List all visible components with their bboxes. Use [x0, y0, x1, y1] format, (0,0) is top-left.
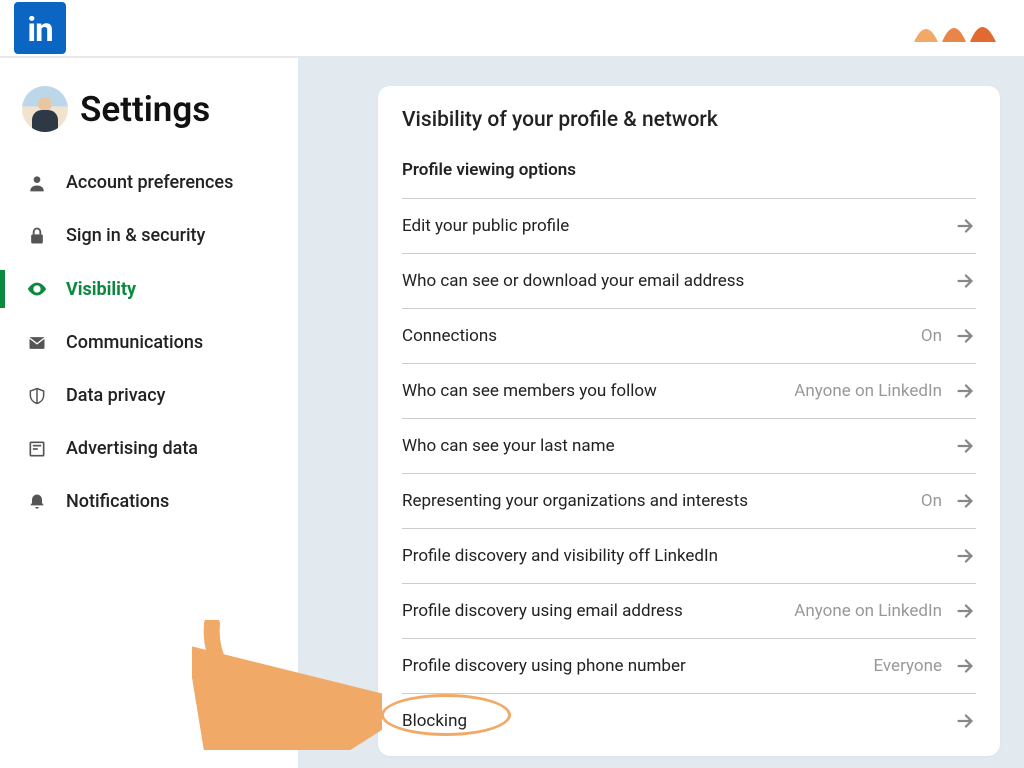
arrow-right-icon — [954, 655, 976, 677]
bell-icon — [26, 492, 48, 512]
sidebar-item-label: Communications — [66, 332, 203, 353]
row-label: Who can see your last name — [402, 436, 930, 456]
row-edit-public-profile[interactable]: Edit your public profile — [402, 198, 976, 253]
sidebar-item-visibility[interactable]: Visibility — [0, 262, 298, 316]
eye-icon — [26, 278, 48, 300]
avatar[interactable] — [22, 86, 68, 132]
sidebar-item-communications[interactable]: Communications — [0, 316, 298, 369]
sidebar-item-label: Sign in & security — [66, 225, 205, 246]
row-value: Anyone on LinkedIn — [794, 381, 942, 401]
row-blocking[interactable]: Blocking — [402, 693, 976, 748]
sidebar-item-label: Notifications — [66, 491, 169, 512]
settings-sidebar: Settings Account preferences Sign in & s… — [0, 58, 298, 768]
sidebar-header: Settings — [0, 86, 298, 156]
sidebar-item-label: Visibility — [66, 279, 136, 300]
arrow-right-icon — [954, 325, 976, 347]
sidebar-item-label: Advertising data — [66, 438, 198, 459]
topbar: in — [0, 0, 1024, 58]
row-connections[interactable]: Connections On — [402, 308, 976, 363]
visibility-panel: Visibility of your profile & network Pro… — [378, 86, 1000, 756]
row-profile-discovery-phone[interactable]: Profile discovery using phone number Eve… — [402, 638, 976, 693]
settings-title: Settings — [80, 89, 210, 130]
sidebar-item-data-privacy[interactable]: Data privacy — [0, 369, 298, 422]
row-value: Anyone on LinkedIn — [794, 601, 942, 621]
row-value: On — [921, 491, 942, 511]
arrow-right-icon — [954, 710, 976, 732]
row-members-you-follow[interactable]: Who can see members you follow Anyone on… — [402, 363, 976, 418]
row-value: On — [921, 326, 942, 346]
row-label: Who can see or download your email addre… — [402, 271, 930, 291]
arrow-right-icon — [954, 435, 976, 457]
sidebar-item-advertising-data[interactable]: Advertising data — [0, 422, 298, 475]
sidebar-item-label: Account preferences — [66, 172, 233, 193]
panel-title: Visibility of your profile & network — [402, 108, 976, 132]
sidebar-item-label: Data privacy — [66, 385, 165, 406]
arrow-right-icon — [954, 545, 976, 567]
arrow-right-icon — [954, 380, 976, 402]
row-label: Profile discovery using email address — [402, 601, 782, 621]
sidebar-item-account-preferences[interactable]: Account preferences — [0, 156, 298, 209]
row-label: Profile discovery and visibility off Lin… — [402, 546, 930, 566]
row-last-name[interactable]: Who can see your last name — [402, 418, 976, 473]
brand-logo — [908, 8, 1006, 48]
envelope-icon — [26, 333, 48, 353]
row-label: Representing your organizations and inte… — [402, 491, 909, 511]
row-profile-discovery-email[interactable]: Profile discovery using email address An… — [402, 583, 976, 638]
arrow-right-icon — [954, 490, 976, 512]
row-label: Blocking — [402, 711, 930, 731]
settings-nav: Account preferences Sign in & security V… — [0, 156, 298, 528]
row-label: Who can see members you follow — [402, 381, 782, 401]
arrow-right-icon — [954, 270, 976, 292]
lock-icon — [26, 226, 48, 246]
panel-subheader: Profile viewing options — [402, 160, 976, 198]
row-email-visibility[interactable]: Who can see or download your email addre… — [402, 253, 976, 308]
page-body: Settings Account preferences Sign in & s… — [0, 58, 1024, 768]
person-icon — [26, 173, 48, 193]
row-label: Edit your public profile — [402, 216, 930, 236]
arrow-right-icon — [954, 215, 976, 237]
row-representing-organizations[interactable]: Representing your organizations and inte… — [402, 473, 976, 528]
page-icon — [26, 439, 48, 459]
arrow-right-icon — [954, 600, 976, 622]
row-label: Profile discovery using phone number — [402, 656, 861, 676]
sidebar-item-signin-security[interactable]: Sign in & security — [0, 209, 298, 262]
linkedin-logo[interactable]: in — [14, 2, 66, 54]
row-profile-discovery-off-linkedin[interactable]: Profile discovery and visibility off Lin… — [402, 528, 976, 583]
sidebar-item-notifications[interactable]: Notifications — [0, 475, 298, 528]
row-label: Connections — [402, 326, 909, 346]
row-value: Everyone — [873, 656, 942, 676]
main-content: Visibility of your profile & network Pro… — [298, 58, 1024, 768]
shield-icon — [26, 386, 48, 406]
